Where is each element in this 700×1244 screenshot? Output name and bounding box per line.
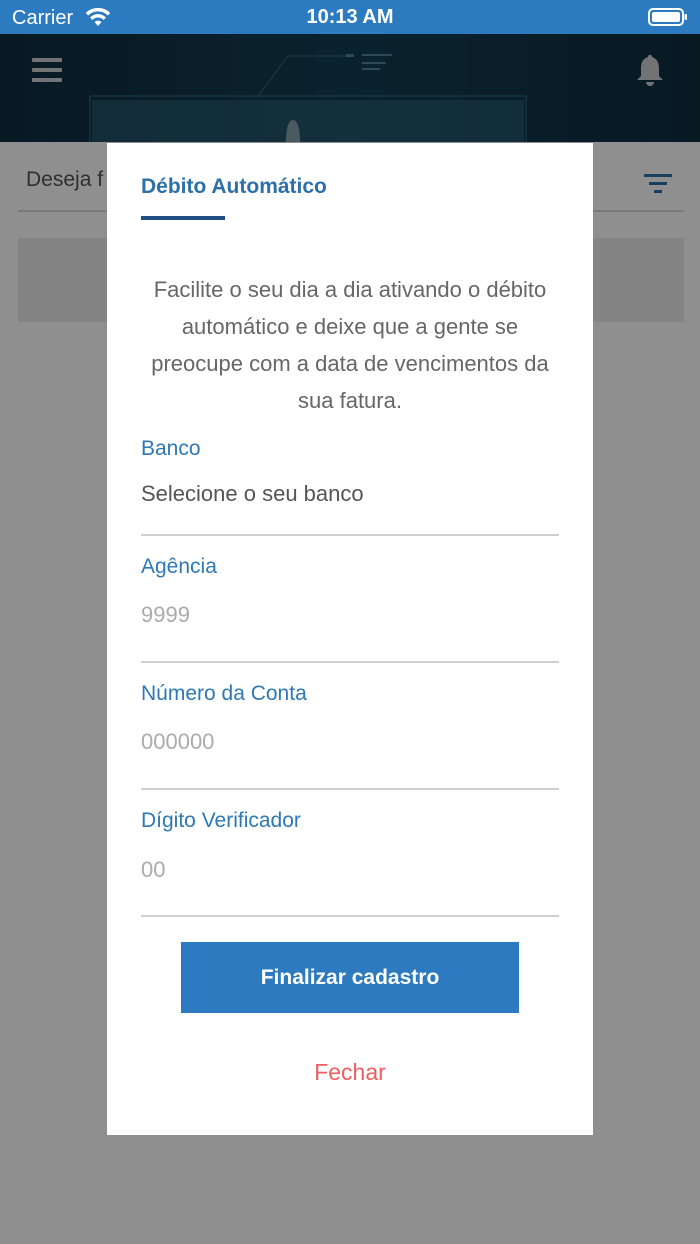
account-number-input[interactable]: 000000	[141, 729, 214, 755]
finalize-registration-button[interactable]: Finalizar cadastro	[181, 942, 519, 1013]
agency-field[interactable]: Agência 9999	[141, 555, 559, 663]
agency-label: Agência	[141, 555, 217, 578]
clock: 10:13 AM	[306, 6, 394, 28]
bank-select[interactable]: Selecione o seu banco	[141, 481, 364, 507]
battery-icon	[648, 8, 687, 26]
tab-debito-automatico[interactable]: Débito Automático	[141, 175, 327, 199]
auto-debit-dialog: Débito Automático Facilite o seu dia a d…	[107, 143, 593, 1135]
check-digit-field[interactable]: Dígito Verificador 00	[141, 809, 559, 917]
field-divider	[141, 915, 559, 917]
check-digit-label: Dígito Verificador	[141, 809, 301, 832]
field-divider	[141, 788, 559, 790]
tab-indicator	[141, 216, 225, 220]
field-divider	[141, 534, 559, 536]
dialog-description: Facilite o seu dia a dia ativando o débi…	[151, 277, 549, 413]
check-digit-input[interactable]: 00	[141, 857, 165, 883]
account-number-label: Número da Conta	[141, 682, 307, 705]
status-bar: Carrier 10:13 AM	[0, 0, 700, 34]
field-divider	[141, 661, 559, 663]
agency-input[interactable]: 9999	[141, 602, 190, 628]
close-button[interactable]: Fechar	[107, 1059, 593, 1086]
account-number-field[interactable]: Número da Conta 000000	[141, 682, 559, 790]
bank-label: Banco	[141, 437, 201, 460]
bank-field[interactable]: Banco Selecione o seu banco	[141, 437, 559, 536]
